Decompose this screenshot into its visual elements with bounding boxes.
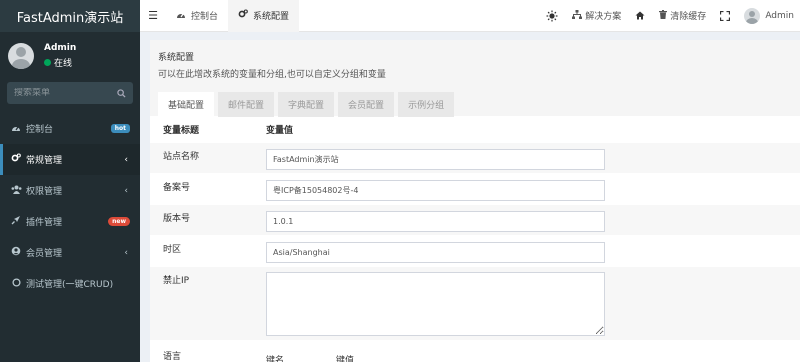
sun-icon: [546, 10, 558, 21]
tab-member-config[interactable]: 会员配置: [338, 92, 395, 117]
trash-icon: [659, 9, 668, 22]
online-status-icon: [44, 59, 51, 66]
sidebar-item-label: 测试管理(一键CRUD): [26, 280, 114, 290]
sidebar-item-label: 权限管理: [26, 187, 63, 197]
main-content: 系统配置 可以在此增改系统的变量和分组,也可以自定义分组和变量 基础配置 邮件配…: [150, 40, 800, 362]
sidebar-item-permission[interactable]: 权限管理 ‹: [0, 175, 140, 206]
key-name-header: 键名: [266, 356, 285, 362]
timezone-input[interactable]: [266, 242, 605, 263]
tab-dictionary-config[interactable]: 字典配置: [278, 92, 335, 117]
forbidden-ip-textarea[interactable]: [266, 272, 605, 336]
sidebar-item-general[interactable]: 常规管理 ‹: [0, 144, 140, 175]
sidebar-item-label: 会员管理: [26, 249, 63, 259]
sidebar-item-member[interactable]: 会员管理 ‹: [0, 237, 140, 268]
cogs-icon: [238, 9, 248, 22]
home-icon: [635, 11, 645, 20]
page-description: 可以在此增改系统的变量和分组,也可以自定义分组和变量: [158, 70, 386, 80]
site-name-input[interactable]: [266, 149, 605, 170]
row-label: 语言: [163, 352, 182, 362]
solution-label: 解决方案: [585, 12, 622, 22]
user-status: 在线: [44, 56, 76, 69]
row-label: 站点名称: [163, 152, 200, 162]
new-badge: new: [108, 217, 130, 226]
sidebar-search: [7, 82, 133, 104]
table-header: 变量标题 变量值: [150, 116, 800, 142]
user-status-label: 在线: [54, 59, 73, 69]
sidebar-item-label: 常规管理: [26, 156, 63, 166]
tab-dashboard[interactable]: 控制台: [166, 0, 228, 32]
tab-label: 控制台: [191, 12, 219, 22]
sidebar-search-input[interactable]: [14, 88, 104, 98]
tab-system-config[interactable]: 系统配置: [228, 0, 300, 32]
config-tabs: 基础配置 邮件配置 字典配置 会员配置 示例分组: [158, 92, 792, 117]
panel-heading: 系统配置 可以在此增改系统的变量和分组,也可以自定义分组和变量 基础配置 邮件配…: [150, 40, 800, 117]
page-title: 系统配置: [158, 53, 195, 63]
header-avatar: [744, 7, 761, 24]
beian-input[interactable]: [266, 180, 605, 201]
theme-toggle-button[interactable]: [539, 10, 565, 22]
chevron-left-icon: ‹: [124, 185, 128, 196]
user-panel: Admin 在线: [0, 36, 140, 76]
config-table: 变量标题 变量值 站点名称 备案号 版本号 时区 禁止IP 语言 键名 键值: [150, 116, 800, 362]
sidebar-item-label: 插件管理: [26, 218, 63, 228]
table-row: 站点名称: [150, 142, 800, 173]
header-variable-value: 变量值: [266, 126, 294, 136]
top-navbar: ☰ 控制台 系统配置 解决方案 清除缓存 Admin: [140, 0, 800, 32]
key-value-header: 键值: [336, 356, 355, 362]
tab-basic-config[interactable]: 基础配置: [158, 92, 215, 117]
menu-toggle-icon[interactable]: ☰: [140, 9, 166, 22]
user-avatar: [8, 43, 34, 69]
group-icon: [10, 185, 22, 197]
version-input[interactable]: [266, 211, 605, 232]
fullscreen-icon: [720, 10, 731, 21]
table-row: 版本号: [150, 204, 800, 235]
header-variable-title: 变量标题: [163, 126, 200, 136]
hot-badge: hot: [110, 124, 130, 133]
table-row: 语言 键名 键值: [150, 340, 800, 362]
cogs-icon: [10, 153, 22, 166]
user-circle-icon: [10, 246, 22, 259]
tab-example-group[interactable]: 示例分组: [398, 92, 455, 117]
chevron-left-icon: ‹: [124, 247, 128, 258]
solution-button[interactable]: 解决方案: [565, 9, 628, 22]
row-label: 禁止IP: [163, 276, 190, 286]
row-label: 版本号: [163, 214, 191, 224]
dashboard-icon: [176, 10, 186, 22]
clear-cache-button[interactable]: 清除缓存: [652, 9, 713, 22]
dashboard-icon: [10, 123, 22, 135]
sidebar-item-dashboard[interactable]: 控制台 hot: [0, 113, 140, 144]
user-name: Admin: [44, 43, 77, 53]
user-menu[interactable]: Admin: [737, 7, 800, 24]
sidebar: FastAdmin演示站 Admin 在线 控制台 hot 常规管理 ‹: [0, 0, 140, 362]
sidebar-menu: 控制台 hot 常规管理 ‹ 权限管理 ‹ 插件管理 new 会员管理 ‹ 测试…: [0, 113, 140, 299]
sidebar-item-label: 控制台: [26, 125, 54, 135]
home-button[interactable]: [628, 11, 652, 20]
app-logo[interactable]: FastAdmin演示站: [0, 0, 140, 32]
header-user-name: Admin: [765, 10, 794, 21]
table-row: 禁止IP: [150, 266, 800, 340]
chevron-left-icon: ‹: [124, 154, 128, 165]
sidebar-item-test[interactable]: 测试管理(一键CRUD): [0, 268, 140, 299]
row-label: 备案号: [163, 183, 191, 193]
table-row: 时区: [150, 235, 800, 266]
row-label: 时区: [163, 245, 182, 255]
sitemap-icon: [572, 9, 583, 22]
fullscreen-button[interactable]: [713, 10, 737, 21]
tab-label: 系统配置: [253, 12, 290, 22]
sidebar-item-addon[interactable]: 插件管理 new: [0, 206, 140, 237]
circle-o-icon: [10, 277, 22, 290]
tab-email-config[interactable]: 邮件配置: [218, 92, 275, 117]
table-row: 备案号: [150, 173, 800, 204]
search-icon[interactable]: [117, 88, 126, 98]
clear-cache-label: 清除缓存: [670, 12, 707, 22]
rocket-icon: [10, 215, 22, 228]
